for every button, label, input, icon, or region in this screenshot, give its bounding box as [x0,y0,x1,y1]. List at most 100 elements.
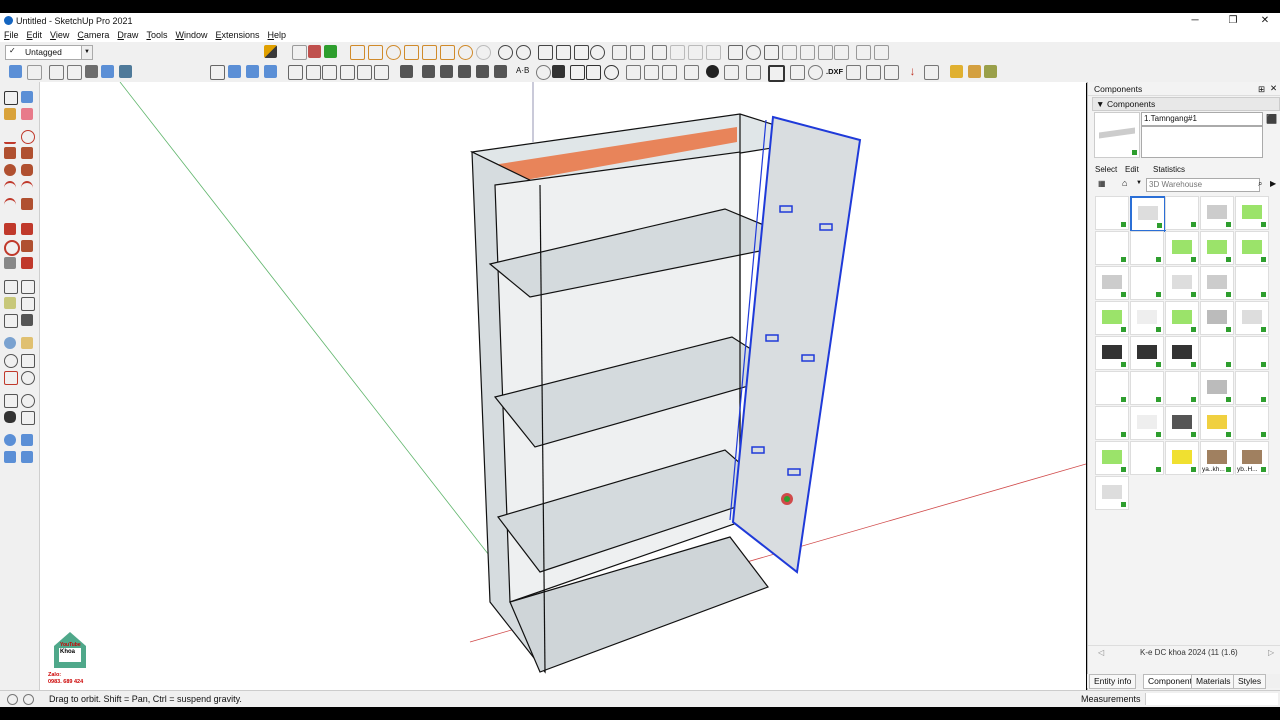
box-olive-icon[interactable] [984,65,997,78]
search-icon[interactable]: ⌕ [1258,179,1262,189]
pin-icon[interactable]: ⊞ [1258,84,1265,95]
solid-split-icon[interactable] [574,45,589,60]
menu-camera[interactable]: Camera [73,29,113,42]
sandbox-from-scratch-icon[interactable] [21,434,33,446]
solid-intersect-icon[interactable] [556,45,571,60]
crosshair-icon[interactable] [808,65,823,80]
axes-tool-icon[interactable] [4,314,18,328]
component-make-icon[interactable] [400,65,413,78]
left-view-icon[interactable] [322,65,337,80]
monochrome-icon[interactable] [119,65,132,78]
component-thumbnail[interactable] [1165,231,1199,265]
model-canvas[interactable] [40,82,1086,690]
forward-arrow-icon[interactable]: ▷ [1268,648,1274,657]
position-camera-icon[interactable] [800,45,815,60]
component-thumbnail[interactable] [1095,336,1129,370]
component-thumbnail[interactable] [1130,301,1164,335]
menu-window[interactable]: Window [171,29,211,42]
component-thumbnail[interactable] [1235,196,1269,230]
component-thumbnail[interactable] [1095,406,1129,440]
component-options-icon[interactable] [874,45,889,60]
resize-icon[interactable] [746,65,761,80]
zoom-search-icon[interactable] [536,65,551,80]
bottom-view-icon[interactable] [374,65,389,80]
chevron-down-icon[interactable]: ▼ [81,46,92,59]
drawing-viewport[interactable] [40,82,1086,690]
sandbox-stamp-tool-icon[interactable] [21,451,33,463]
lock-group-icon[interactable] [458,65,471,78]
component-thumbnail[interactable] [1200,371,1234,405]
back-arrow-icon[interactable]: ◁ [1098,648,1104,657]
component-thumbnail[interactable] [1130,266,1164,300]
wireframe-icon[interactable] [49,65,64,80]
rectangle-tool-icon[interactable] [4,147,16,159]
footprints-icon[interactable] [782,45,797,60]
dimension-ab-icon[interactable]: A·B [516,66,529,75]
gear-icon[interactable] [706,65,719,78]
menu-draw[interactable]: Draw [113,29,142,42]
component-tool-icon[interactable] [21,91,33,103]
home-icon[interactable]: ⌂ [1122,178,1127,188]
sandbox-smoove-tool-icon[interactable] [4,451,16,463]
flip-icon[interactable] [884,65,899,80]
right-view-icon[interactable] [288,65,303,80]
menu-view[interactable]: View [46,29,73,42]
components-section-header[interactable]: ▼ Components [1092,97,1280,111]
hidden-line-icon[interactable] [67,65,82,80]
component-thumbnail[interactable] [1130,371,1164,405]
pie-tool-icon[interactable] [21,198,33,210]
paint-bucket-icon[interactable] [552,65,565,78]
component-thumbnail[interactable] [1235,301,1269,335]
component-thumbnail[interactable] [1235,336,1269,370]
tag-selector[interactable]: ✓ Untagged ▼ [5,45,93,60]
offset-tool-icon[interactable] [21,257,33,269]
component-thumbnail[interactable] [1200,196,1234,230]
solid-trim-icon[interactable] [538,45,553,60]
tag-paint-icon[interactable] [264,45,277,58]
credits-icon[interactable] [23,694,34,705]
tape-measure-tool-icon[interactable] [4,280,18,294]
scene-icon[interactable] [308,45,321,58]
rotate-icon[interactable] [604,65,619,80]
zoom-extents-tool-icon[interactable] [4,371,18,385]
distribute-icon[interactable] [684,65,699,80]
move-icon[interactable] [586,65,601,80]
freehand-tool-icon[interactable] [21,130,35,144]
menu-extensions[interactable]: Extensions [211,29,263,42]
hide-icon[interactable] [476,65,489,78]
eraser-tool-icon[interactable] [21,108,33,120]
camera-tools-icon[interactable] [834,45,849,60]
menu-tools[interactable]: Tools [142,29,171,42]
menu-edit[interactable]: Edit [23,29,47,42]
move-tool-icon[interactable] [4,223,16,235]
component-thumbnail[interactable] [1130,196,1166,232]
component-thumbnail[interactable] [1235,371,1269,405]
shadow-icon[interactable] [476,45,491,60]
look-around-icon[interactable] [746,45,761,60]
table-icon[interactable] [724,65,739,80]
component-thumbnail[interactable] [1165,266,1199,300]
group-icon[interactable] [422,65,435,78]
scale-tool-icon[interactable] [4,257,16,269]
circle-tool-icon[interactable] [4,164,16,176]
tab-materials[interactable]: Materials [1191,674,1236,689]
display-secondary-icon[interactable]: ⬛ [1266,114,1277,125]
dynamic-component-icon[interactable] [856,45,871,60]
zoom-tool-icon[interactable] [4,354,18,368]
section-plane-icon[interactable] [612,45,627,60]
arc-tool-icon[interactable] [4,181,16,195]
back-edges-icon[interactable] [27,65,42,80]
component-thumbnail[interactable] [1165,336,1199,370]
print-icon[interactable] [846,65,861,80]
select-arrow-icon[interactable] [570,65,585,80]
tab-select[interactable]: Select [1095,165,1117,174]
tab-styles[interactable]: Styles [1233,674,1267,689]
component-thumbnail[interactable] [1200,301,1234,335]
maximize-button[interactable]: ❐ [1218,14,1248,28]
look-around-tool-icon[interactable] [21,394,35,408]
solid-outer-shell-icon[interactable] [590,45,605,60]
component-name-field[interactable]: 1.Tamngang#1 [1141,112,1263,126]
3d-text-tool-icon[interactable] [21,314,33,326]
iso-view-icon[interactable] [228,65,241,78]
house-view-icon[interactable] [340,65,355,80]
